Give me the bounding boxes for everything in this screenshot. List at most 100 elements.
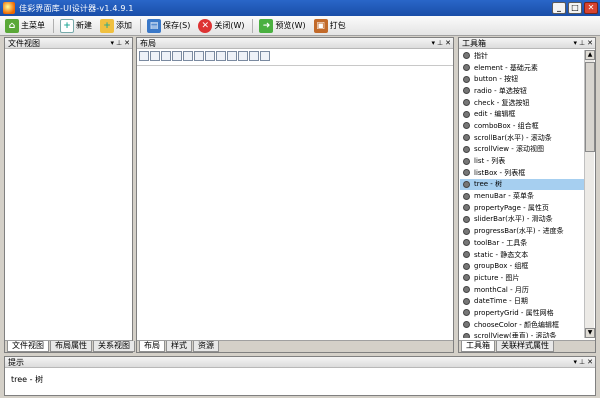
toolbox-item[interactable]: edit - 编辑框: [460, 108, 584, 120]
toolbox-item[interactable]: scrollView - 滚动视图: [460, 144, 584, 156]
toolbox-item[interactable]: monthCal - 月历: [460, 284, 584, 296]
hint-panel: 提示 ▾ ⊥ ✕ tree - 树: [4, 356, 596, 396]
toolbox-item[interactable]: static - 静态文本: [460, 249, 584, 261]
toolbox-item[interactable]: scrollBar(水平) - 滚动条: [460, 132, 584, 144]
align-top-icon[interactable]: [172, 51, 182, 61]
tab-layout[interactable]: 布局: [139, 341, 165, 352]
new-button[interactable]: + 新建: [57, 17, 95, 35]
toolbox-item[interactable]: sliderBar(水平) - 滑动条: [460, 214, 584, 226]
toolbox-list: 指针 element - 基础元素 button - 按钮 radio - 单选按钮 c…: [460, 50, 584, 338]
preview-button[interactable]: ➜ 预览(W): [256, 17, 308, 35]
window-controls: _ □ ✕: [552, 2, 598, 14]
align-bottom-icon[interactable]: [194, 51, 204, 61]
toolbox-item[interactable]: list - 列表: [460, 155, 584, 167]
tab-relation-view[interactable]: 关系视图: [93, 341, 135, 352]
add-button[interactable]: + 添加: [97, 17, 135, 35]
file-view-panel: 文件视图 ▾ ⊥ ✕ 文件视图 布局属性 关系视图: [4, 37, 135, 353]
scroll-down-icon[interactable]: ▼: [585, 328, 595, 338]
toolbox-item[interactable]: propertyPage - 属性页: [460, 202, 584, 214]
toolbox-item[interactable]: groupBox - 组框: [460, 260, 584, 272]
align-center-icon[interactable]: [150, 51, 160, 61]
same-height-icon[interactable]: [216, 51, 226, 61]
close-button[interactable]: ✕ 关闭(W): [195, 17, 247, 35]
toolbox-item[interactable]: tree - 树: [460, 178, 584, 191]
center-vertical-icon[interactable]: [260, 51, 270, 61]
gear-icon: [463, 215, 470, 223]
pin-icon[interactable]: ⊥: [116, 38, 122, 49]
close-icon[interactable]: ✕: [124, 38, 130, 49]
toolbox-item-label: toolBar - 工具条: [474, 238, 528, 247]
toolbox-item[interactable]: comboBox - 组合框: [460, 120, 584, 132]
pin-icon[interactable]: ⊥: [437, 38, 443, 49]
toolbox-item[interactable]: toolBar - 工具条: [460, 237, 584, 249]
pin-icon[interactable]: ⊥: [579, 357, 585, 368]
scroll-thumb[interactable]: [585, 62, 595, 152]
toolbox-item[interactable]: scrollView(垂直) - 滚动条: [460, 331, 584, 338]
toolbar-separator: [252, 18, 254, 33]
main-menu-button[interactable]: ⌂ 主菜单: [2, 17, 48, 35]
panel-header: 工具箱 ▾ ⊥ ✕: [459, 38, 595, 49]
tab-linked-style-properties[interactable]: 关联样式属性: [496, 341, 554, 352]
scroll-up-icon[interactable]: ▲: [585, 50, 595, 60]
vertical-scrollbar[interactable]: ▲ ▼: [584, 50, 595, 338]
toolbar-separator: [140, 18, 141, 33]
panel-header: 文件视图 ▾ ⊥ ✕: [5, 38, 132, 49]
dropdown-icon[interactable]: ▾: [432, 38, 436, 49]
toolbox-item-label: edit - 编辑框: [474, 110, 516, 119]
package-button[interactable]: ▣ 打包: [311, 17, 349, 35]
toolbox-item[interactable]: button - 按钮: [460, 73, 584, 85]
minimize-button[interactable]: _: [552, 2, 566, 14]
preview-arrow-icon: ➜: [259, 18, 274, 33]
toolbox-item[interactable]: propertyGrid - 属性网格: [460, 307, 584, 319]
align-middle-icon[interactable]: [183, 51, 193, 61]
tab-resources[interactable]: 资源: [193, 341, 219, 352]
center-horizontal-icon[interactable]: [249, 51, 259, 61]
toolbox-item-label: propertyGrid - 属性网格: [474, 308, 554, 317]
toolbox-item-label: groupBox - 组框: [474, 262, 529, 271]
dropdown-icon[interactable]: ▾: [574, 38, 578, 49]
toolbox-item[interactable]: listBox - 列表框: [460, 167, 584, 179]
pin-icon[interactable]: ⊥: [579, 38, 585, 49]
new-label: 新建: [76, 21, 92, 30]
toolbox-item[interactable]: dateTime - 日期: [460, 295, 584, 307]
panel-controls: ▾ ⊥ ✕: [574, 357, 594, 368]
space-horizontal-icon[interactable]: [227, 51, 237, 61]
toolbox-item[interactable]: element - 基础元素: [460, 62, 584, 74]
gear-icon: [463, 75, 470, 83]
toolbox-item-label: tree - 树: [474, 180, 503, 189]
save-button[interactable]: ▤ 保存(S): [144, 17, 193, 35]
toolbox-item-label: check - 复选按钮: [474, 98, 530, 107]
toolbox-item-label: list - 列表: [474, 157, 506, 166]
toolbox-item[interactable]: progressBar(水平) - 进度条: [460, 225, 584, 237]
dropdown-icon[interactable]: ▾: [574, 357, 578, 368]
panel-title: 工具箱: [462, 38, 486, 48]
layout-canvas[interactable]: [137, 65, 453, 340]
tab-style[interactable]: 样式: [166, 341, 192, 352]
home-icon: ⌂: [5, 18, 19, 33]
hint-text: tree - 树: [11, 375, 44, 384]
tab-toolbox[interactable]: 工具箱: [461, 341, 495, 352]
toolbox-item-label: 指针: [474, 51, 488, 60]
close-window-button[interactable]: ✕: [584, 2, 598, 14]
gear-icon: [463, 110, 470, 118]
toolbox-item[interactable]: chooseColor - 颜色编辑框: [460, 319, 584, 331]
dropdown-icon[interactable]: ▾: [111, 38, 115, 49]
maximize-button[interactable]: □: [568, 2, 582, 14]
toolbox-item[interactable]: picture - 图片: [460, 272, 584, 284]
toolbox-item[interactable]: 指针: [460, 50, 584, 62]
space-vertical-icon[interactable]: [238, 51, 248, 61]
align-left-icon[interactable]: [139, 51, 149, 61]
main-toolbar: ⌂ 主菜单 + 新建 + 添加 ▤ 保存(S) ✕ 关闭(W) ➜ 预览(W) …: [0, 16, 600, 36]
align-right-icon[interactable]: [161, 51, 171, 61]
toolbox-item[interactable]: menuBar - 菜单条: [460, 190, 584, 202]
toolbox-item[interactable]: check - 复选按钮: [460, 97, 584, 109]
close-icon[interactable]: ✕: [587, 357, 593, 368]
close-icon[interactable]: ✕: [445, 38, 451, 49]
gear-icon: [463, 239, 470, 247]
close-icon[interactable]: ✕: [587, 38, 593, 49]
same-width-icon[interactable]: [205, 51, 215, 61]
tab-layout-properties[interactable]: 布局属性: [50, 341, 92, 352]
tab-file-view[interactable]: 文件视图: [7, 341, 49, 352]
toolbox-item[interactable]: radio - 单选按钮: [460, 85, 584, 97]
toolbox-item-label: progressBar(水平) - 进度条: [474, 227, 564, 236]
